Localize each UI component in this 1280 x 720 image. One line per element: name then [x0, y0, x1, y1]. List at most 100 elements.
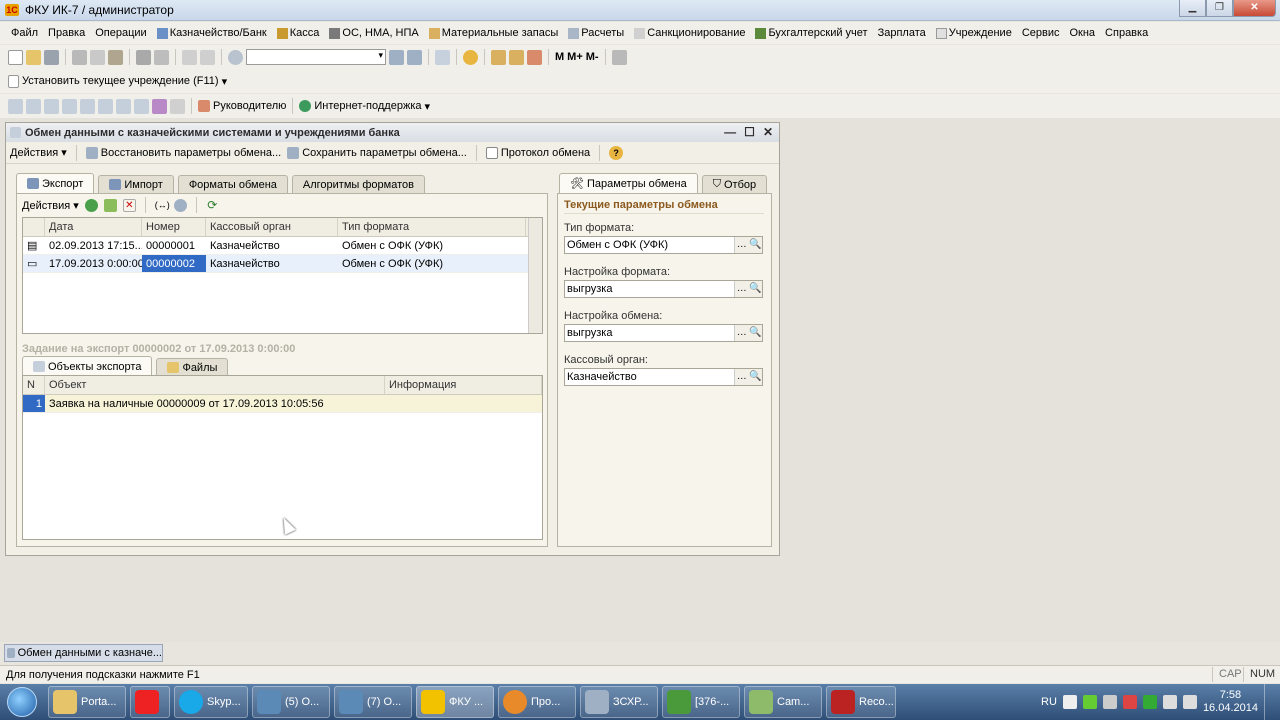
search-icon[interactable]	[228, 49, 243, 65]
taskbar-yandex[interactable]	[130, 686, 170, 718]
tab-algorithms[interactable]: Алгоритмы форматов	[291, 175, 425, 193]
menu-salary[interactable]: Зарплата	[873, 27, 931, 39]
redo-icon[interactable]	[200, 49, 215, 65]
format-type-field[interactable]: Обмен с ОФК (УФК)… 🔍	[564, 236, 763, 254]
tab-export[interactable]: Экспорт	[16, 173, 95, 193]
taskbar-app-5[interactable]: (5) О...	[252, 686, 330, 718]
search-icon[interactable]: 🔍	[749, 237, 763, 253]
col-n[interactable]: N	[23, 376, 45, 394]
format-setting-field[interactable]: выгрузка… 🔍	[564, 280, 763, 298]
info-icon[interactable]	[463, 49, 478, 65]
language-indicator[interactable]: RU	[1041, 696, 1057, 708]
help-icon[interactable]: ?	[609, 145, 624, 160]
tab-filter[interactable]: ⛉ Отбор	[701, 175, 768, 193]
delete-icon[interactable]: ✕	[122, 198, 136, 212]
shield-icon[interactable]	[1142, 695, 1157, 709]
network-tray-icon[interactable]	[1162, 695, 1177, 709]
doc-icon-8[interactable]	[134, 98, 149, 114]
taskbar-reco[interactable]: Reco...	[826, 686, 896, 718]
memory-plus-button[interactable]: M+	[567, 51, 583, 63]
taskbar-pro[interactable]: Про...	[498, 686, 576, 718]
menu-service[interactable]: Сервис	[1017, 27, 1065, 39]
col-date[interactable]: Дата	[45, 218, 142, 236]
form-maximize-button[interactable]: ☐	[744, 125, 755, 139]
select-button[interactable]: …	[735, 237, 749, 253]
taskbar-1c[interactable]: ФКУ ...	[416, 686, 494, 718]
menu-treasury[interactable]: Казначейство/Банк	[152, 27, 272, 39]
calendar-icon[interactable]	[509, 49, 524, 65]
protocol-button[interactable]: Протокол обмена	[485, 146, 590, 159]
col-number[interactable]: Номер	[142, 218, 206, 236]
volume-icon[interactable]	[1182, 695, 1197, 709]
restore-params-button[interactable]: Восстановить параметры обмена...	[85, 146, 281, 159]
find-icon[interactable]	[173, 198, 187, 212]
edit-icon[interactable]	[103, 198, 117, 212]
doc-icon-9[interactable]	[152, 98, 167, 114]
cash-office-field[interactable]: Казначейство… 🔍	[564, 368, 763, 386]
table-row[interactable]: ▤ 02.09.2013 17:15... 00000001 Казначейс…	[23, 237, 542, 255]
select-button[interactable]: …	[735, 369, 749, 385]
menu-windows[interactable]: Окна	[1064, 27, 1100, 39]
doc-icon-5[interactable]	[80, 98, 95, 114]
menu-accounting[interactable]: Бухгалтерский учет	[750, 27, 872, 39]
taskbar-cam[interactable]: Cam...	[744, 686, 822, 718]
menu-institution[interactable]: Учреждение	[931, 27, 1017, 39]
taskbar-376[interactable]: [376-...	[662, 686, 740, 718]
search-combo[interactable]	[246, 49, 386, 65]
maximize-button[interactable]: ❐	[1206, 0, 1233, 17]
tab-formats[interactable]: Форматы обмена	[177, 175, 288, 193]
search-icon[interactable]: 🔍	[749, 369, 763, 385]
users-icon[interactable]	[527, 49, 542, 65]
col-info[interactable]: Информация	[385, 376, 542, 394]
form-minimize-button[interactable]: —	[724, 125, 736, 139]
refresh-icon[interactable]: ⟳	[206, 198, 219, 212]
menu-materials[interactable]: Материальные запасы	[424, 27, 564, 39]
menu-authorization[interactable]: Санкционирование	[629, 27, 750, 39]
col-format-type[interactable]: Тип формата	[338, 218, 526, 236]
taskbar-skype[interactable]: Skyp...	[174, 686, 248, 718]
grid-actions-menu[interactable]: Действия ▾	[22, 199, 79, 212]
minimize-button[interactable]: ▁	[1179, 0, 1206, 17]
col-cash-office[interactable]: Кассовый орган	[206, 218, 338, 236]
paste-icon[interactable]	[108, 49, 123, 65]
new-icon[interactable]	[8, 49, 23, 65]
memory-m-button[interactable]: M	[555, 51, 564, 63]
taskbar-3sxr[interactable]: ЗСХР...	[580, 686, 658, 718]
clock[interactable]: 7:58 16.04.2014	[1203, 689, 1258, 715]
show-desktop-button[interactable]	[1264, 684, 1274, 720]
find-next-icon[interactable]	[389, 49, 404, 65]
move-icon[interactable]: (↔)	[155, 199, 170, 212]
clover-icon[interactable]	[1082, 695, 1097, 709]
menu-fixed-assets[interactable]: ОС, НМА, НПА	[324, 27, 423, 39]
taskbar-folder[interactable]: Porta...	[48, 686, 126, 718]
doc-icon-4[interactable]	[62, 98, 77, 114]
doc-icon-2[interactable]	[26, 98, 41, 114]
table-row[interactable]: ▭ 17.09.2013 0:00:00 00000002 Казначейст…	[23, 255, 542, 273]
form-actions-menu[interactable]: Действия ▾	[10, 146, 67, 160]
table-row[interactable]: 1 Заявка на наличные 00000009 от 17.09.2…	[23, 395, 542, 413]
windows-icon[interactable]	[435, 49, 450, 65]
tab-import[interactable]: Импорт	[98, 175, 174, 193]
tab-files[interactable]: Файлы	[156, 358, 229, 376]
cut-icon[interactable]	[72, 49, 87, 65]
menu-settlements[interactable]: Расчеты	[563, 27, 629, 39]
tab-exchange-params[interactable]: 🛠 Параметры обмена	[559, 173, 698, 193]
manager-button[interactable]: Руководителю	[198, 100, 286, 112]
save-params-button[interactable]: Сохранить параметры обмена...	[287, 146, 467, 159]
tools-icon[interactable]	[611, 49, 627, 65]
form-close-button[interactable]: ✕	[763, 125, 773, 139]
taskbar-app-7[interactable]: (7) О...	[334, 686, 412, 718]
undo-icon[interactable]	[182, 49, 197, 65]
gmail-icon[interactable]	[1062, 695, 1077, 709]
calculator-icon[interactable]	[491, 49, 506, 65]
select-button[interactable]: …	[735, 281, 749, 297]
add-icon[interactable]	[84, 198, 98, 212]
close-window-button[interactable]: ✕	[1233, 0, 1276, 17]
menu-help[interactable]: Справка	[1100, 27, 1153, 39]
open-icon[interactable]	[26, 49, 41, 65]
search-icon[interactable]: 🔍	[749, 281, 763, 297]
doc-icon-6[interactable]	[98, 98, 113, 114]
select-button[interactable]: …	[735, 325, 749, 341]
menu-operations[interactable]: Операции	[90, 27, 151, 39]
col-object[interactable]: Объект	[45, 376, 385, 394]
